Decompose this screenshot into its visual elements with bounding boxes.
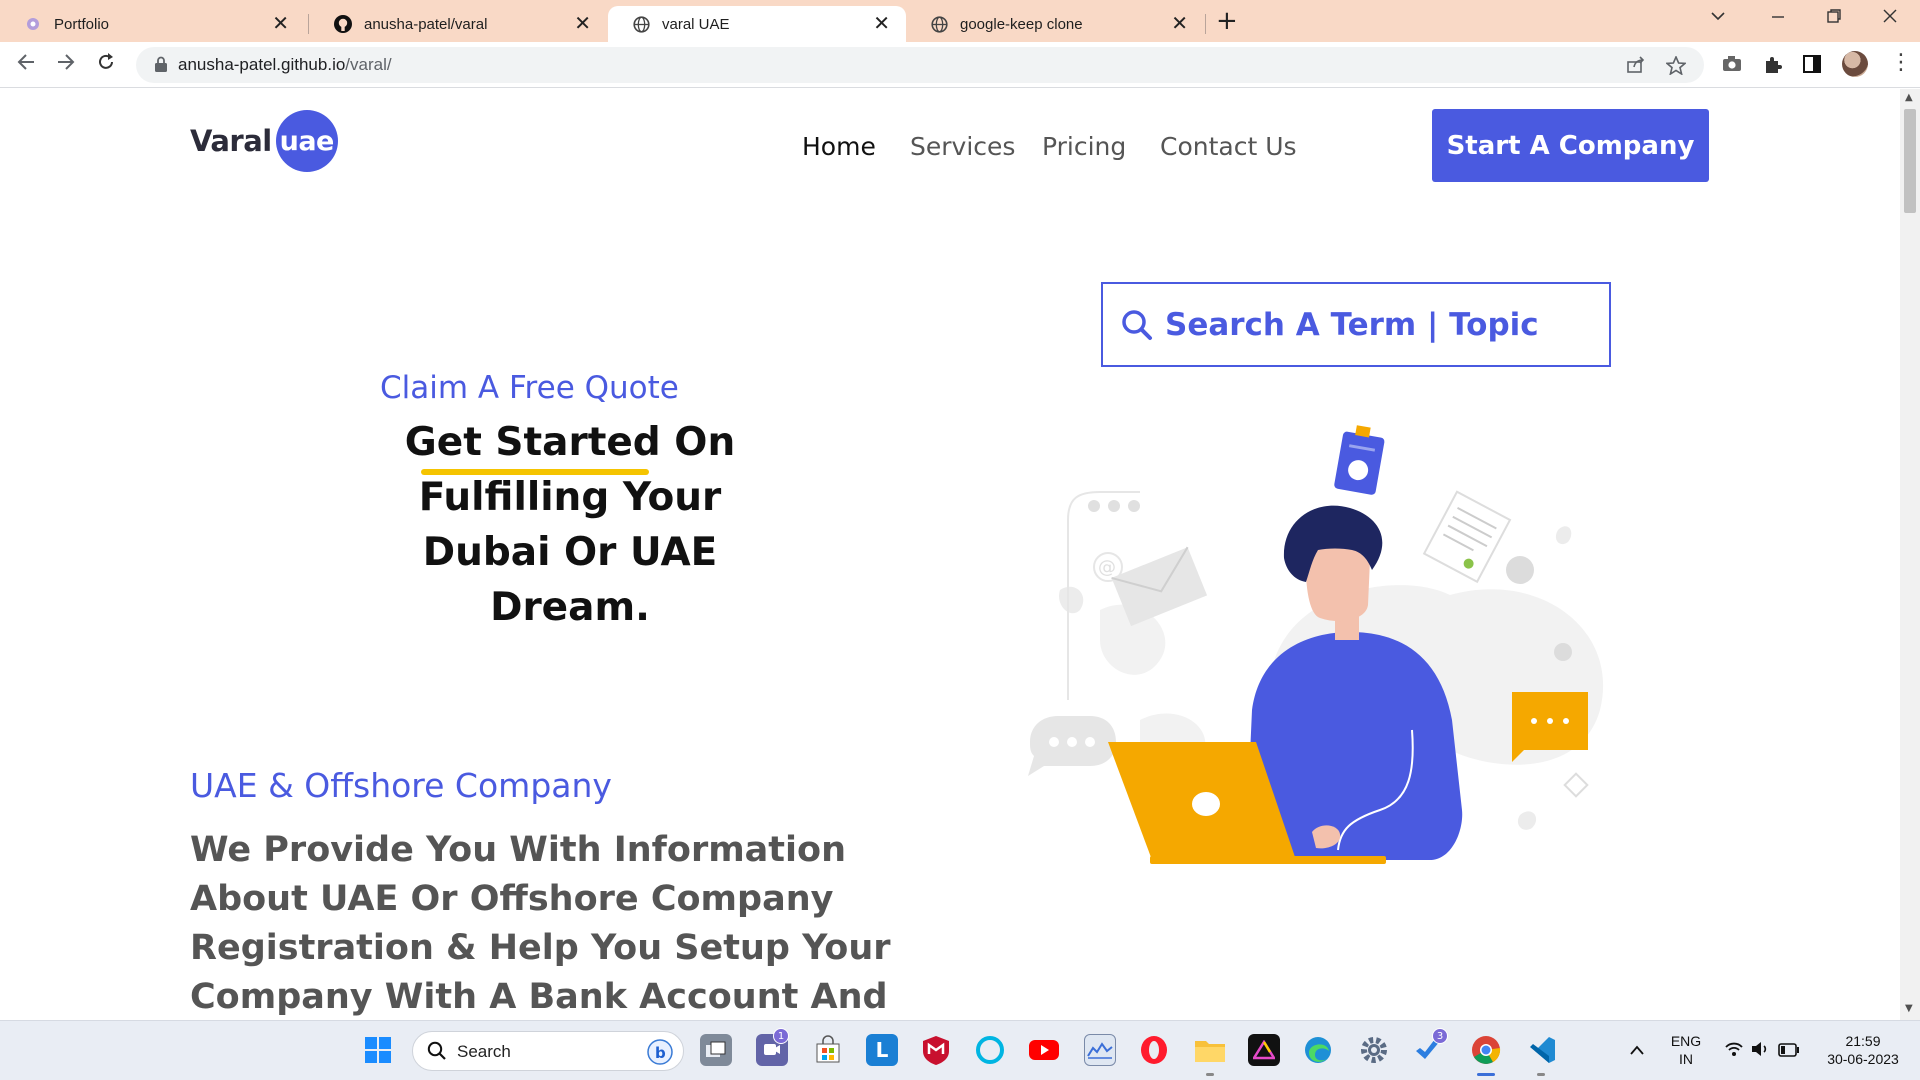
language-indicator[interactable]: ENG IN [1668,1032,1704,1068]
nav-home[interactable]: Home [802,132,876,161]
logo-text: Varal [190,124,272,158]
close-tab-icon[interactable]: ✕ [873,14,890,34]
reload-icon[interactable] [96,52,116,77]
profile-avatar[interactable] [1842,51,1868,77]
tab-title: anusha-patel/varal [364,15,488,33]
l-app-icon[interactable]: L [866,1034,898,1066]
nav-services[interactable]: Services [910,132,1015,161]
clock-date: 30-06-2023 [1827,1051,1899,1067]
start-company-button[interactable]: Start A Company [1432,109,1709,182]
opera-icon[interactable] [1138,1034,1170,1066]
side-panel-icon[interactable] [1803,55,1821,77]
lock-icon[interactable] [154,56,168,77]
battery-icon[interactable] [1778,1042,1800,1061]
tab-title: Portfolio [54,15,110,33]
nav-pricing[interactable]: Pricing [1042,132,1126,161]
url-bar[interactable]: anusha-patel.github.io/varal/ [136,47,1704,83]
taskbar-search-placeholder: Search [457,1042,511,1061]
close-tab-icon[interactable]: ✕ [574,14,591,34]
clock[interactable]: 21:59 30-06-2023 [1818,1032,1908,1068]
tab-search-chevron-icon[interactable] [1710,8,1726,29]
tab-title: varal UAE [662,15,730,33]
person-laptop-illustration: @ [1028,425,1604,864]
alexa-icon[interactable] [974,1034,1006,1066]
tray-chevron-up-icon[interactable] [1629,1041,1645,1060]
youtube-icon[interactable] [1028,1034,1060,1066]
svg-text:@: @ [1098,557,1116,578]
minimize-icon[interactable] [1770,8,1786,29]
logo-badge: uae [275,110,338,172]
lang-code: ENG [1670,1033,1702,1049]
extensions-puzzle-icon[interactable] [1763,55,1783,79]
affinity-icon[interactable] [1248,1034,1280,1066]
search-input[interactable]: Search A Term | Topic [1101,282,1611,367]
browser-tab-bar: Portfolio ✕ anusha-patel/varal ✕ varal U… [0,0,1920,42]
windows-start-icon[interactable] [362,1034,394,1066]
dev-tools-badge: 3 [1432,1028,1448,1044]
search-placeholder: Search A Term | Topic [1165,306,1539,343]
chrome-icon[interactable] [1470,1034,1502,1066]
url-host: anusha-patel.github.io [178,55,346,74]
vscode-icon[interactable] [1526,1034,1558,1066]
lang-region: IN [1679,1051,1693,1067]
scrollbar-thumb[interactable] [1904,109,1916,213]
share-icon[interactable] [1626,56,1646,78]
clock-time: 21:59 [1845,1033,1881,1049]
svg-text:b: b [655,1044,666,1062]
charts-app-icon[interactable] [1084,1034,1116,1066]
restore-icon[interactable] [1826,8,1842,29]
close-tab-icon[interactable]: ✕ [272,14,289,34]
scroll-down-icon[interactable]: ▼ [1905,1003,1913,1014]
search-icon [427,1041,447,1065]
task-view-icon[interactable] [700,1034,732,1066]
globe-icon [632,15,650,33]
bookmark-star-icon[interactable] [1664,54,1688,79]
tab-portfolio[interactable]: Portfolio ✕ [0,6,305,42]
menu-kebab-icon[interactable]: ⋮ [1890,52,1912,74]
close-window-icon[interactable] [1882,8,1898,29]
tab-google-keep[interactable]: google-keep clone ✕ [906,6,1204,42]
page-scrollbar[interactable]: ▲ ▼ [1900,89,1920,1020]
tab-title: google-keep clone [960,15,1083,33]
portfolio-favicon [24,15,42,33]
windows-taskbar: Search b 1 L 3 ENG IN 21:59 30-06-2023 [0,1020,1920,1080]
nav-contact-us[interactable]: Contact Us [1160,132,1297,161]
tab-varal-uae[interactable]: varal UAE ✕ [608,6,906,42]
scroll-up-icon[interactable]: ▲ [1905,92,1913,103]
file-explorer-icon[interactable] [1194,1034,1226,1066]
url-text[interactable]: anusha-patel.github.io/varal/ [178,55,392,75]
site-logo[interactable]: Varal uae [190,110,338,172]
taskbar-search-input[interactable]: Search b [412,1031,684,1071]
address-toolbar: anusha-patel.github.io/varal/ ⋮ [0,42,1920,88]
mcafee-icon[interactable] [920,1034,952,1066]
close-tab-icon[interactable]: ✕ [1171,14,1188,34]
new-tab-plus-icon[interactable]: + [1216,8,1238,34]
forward-arrow-icon[interactable] [56,52,76,77]
settings-gear-icon[interactable] [1358,1034,1390,1066]
hero-title: Get Started On Fulfilling Your Dubai Or … [404,420,736,630]
wifi-icon[interactable] [1724,1041,1744,1061]
search-icon [1121,309,1153,341]
section-heading: UAE & Offshore Company [190,766,612,805]
globe-icon [930,15,948,33]
volume-icon[interactable] [1750,1041,1770,1061]
back-arrow-icon[interactable] [16,52,36,77]
teams-badge: 1 [773,1028,789,1044]
edge-icon[interactable] [1302,1034,1334,1066]
microsoft-store-icon[interactable] [812,1034,844,1066]
url-path: /varal/ [345,55,392,74]
bing-icon[interactable]: b [647,1039,673,1069]
github-icon [334,15,352,33]
tab-github[interactable]: anusha-patel/varal ✕ [310,6,607,42]
claim-quote-label: Claim A Free Quote [380,370,679,406]
camera-icon[interactable] [1722,55,1742,77]
